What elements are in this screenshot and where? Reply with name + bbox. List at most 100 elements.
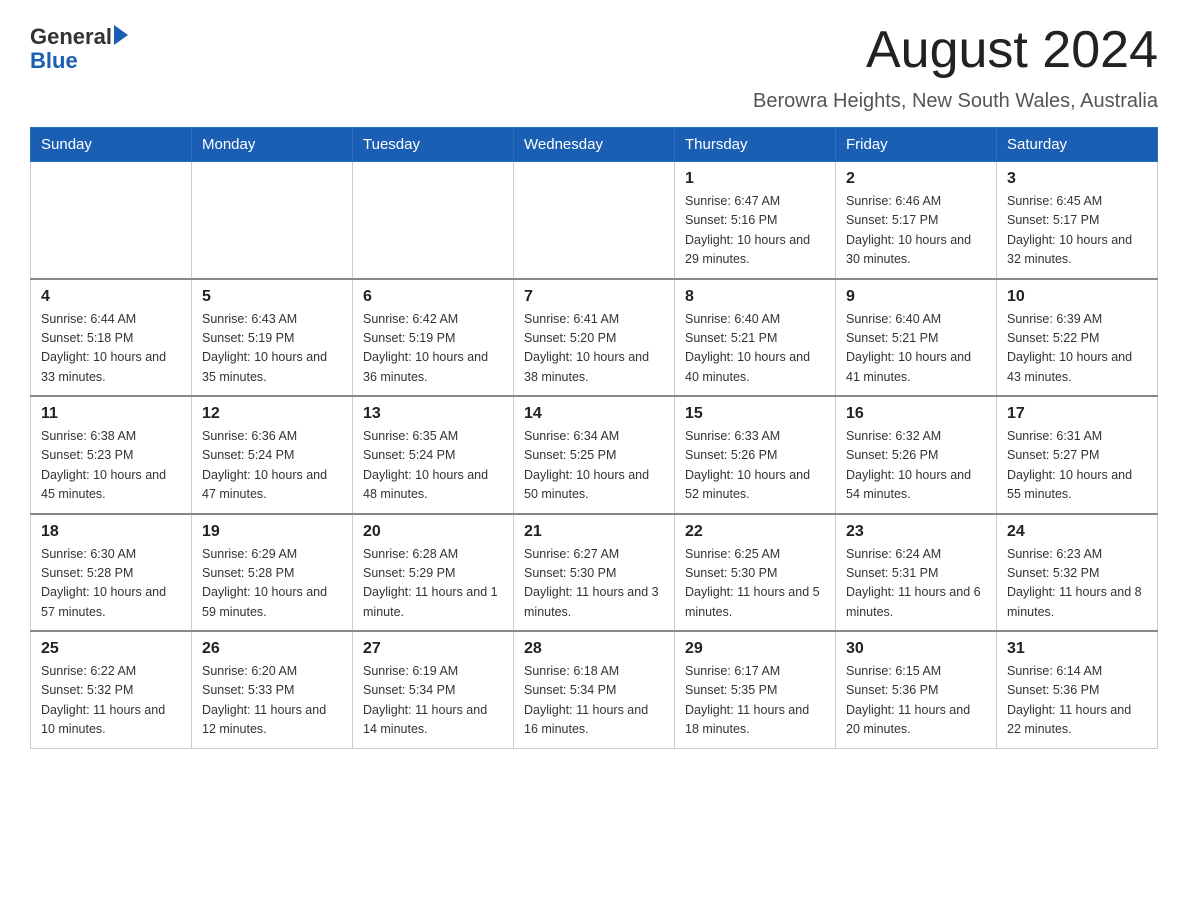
calendar-header-row: SundayMondayTuesdayWednesdayThursdayFrid… (31, 128, 1158, 162)
day-number: 16 (846, 405, 986, 423)
day-info: Sunrise: 6:20 AMSunset: 5:33 PMDaylight:… (202, 664, 326, 736)
calendar-header-cell: Sunday (31, 128, 192, 162)
logo-triangle-icon (114, 25, 128, 45)
calendar-day-cell: 6 Sunrise: 6:42 AMSunset: 5:19 PMDaylight… (353, 279, 514, 397)
logo-text-general: General (30, 25, 112, 49)
calendar-day-cell: 28 Sunrise: 6:18 AMSunset: 5:34 PMDayligh… (514, 631, 675, 748)
day-number: 10 (1007, 288, 1147, 306)
calendar-header-cell: Friday (836, 128, 997, 162)
day-number: 15 (685, 405, 825, 423)
calendar-header-cell: Thursday (675, 128, 836, 162)
day-number: 28 (524, 640, 664, 658)
calendar-day-cell: 9 Sunrise: 6:40 AMSunset: 5:21 PMDaylight… (836, 279, 997, 397)
day-number: 3 (1007, 170, 1147, 188)
day-number: 5 (202, 288, 342, 306)
day-info: Sunrise: 6:22 AMSunset: 5:32 PMDaylight:… (41, 664, 165, 736)
day-number: 14 (524, 405, 664, 423)
day-number: 29 (685, 640, 825, 658)
day-info: Sunrise: 6:42 AMSunset: 5:19 PMDaylight:… (363, 312, 488, 384)
day-info: Sunrise: 6:46 AMSunset: 5:17 PMDaylight:… (846, 194, 971, 266)
calendar-day-cell: 23 Sunrise: 6:24 AMSunset: 5:31 PMDayligh… (836, 514, 997, 632)
calendar-day-cell: 14 Sunrise: 6:34 AMSunset: 5:25 PMDayligh… (514, 396, 675, 514)
calendar-day-cell: 24Sunrise: 6:23 AMSunset: 5:32 PMDayligh… (997, 514, 1158, 632)
day-number: 9 (846, 288, 986, 306)
day-info: Sunrise: 6:18 AMSunset: 5:34 PMDaylight:… (524, 664, 648, 736)
calendar-week-row: 11Sunrise: 6:38 AMSunset: 5:23 PMDayligh… (31, 396, 1158, 514)
calendar-day-cell: 17 Sunrise: 6:31 AMSunset: 5:27 PMDayligh… (997, 396, 1158, 514)
calendar-day-cell: 25 Sunrise: 6:22 AMSunset: 5:32 PMDayligh… (31, 631, 192, 748)
day-info: Sunrise: 6:32 AMSunset: 5:26 PMDaylight:… (846, 429, 971, 501)
day-number: 24 (1007, 523, 1147, 541)
calendar-week-row: 25 Sunrise: 6:22 AMSunset: 5:32 PMDayligh… (31, 631, 1158, 748)
day-info: Sunrise: 6:47 AMSunset: 5:16 PMDaylight:… (685, 194, 810, 266)
day-info: Sunrise: 6:28 AMSunset: 5:29 PMDaylight:… (363, 547, 498, 619)
calendar-day-cell: 10Sunrise: 6:39 AMSunset: 5:22 PMDayligh… (997, 279, 1158, 397)
page-header: General Blue August 2024 (30, 20, 1158, 80)
calendar-day-cell: 31 Sunrise: 6:14 AMSunset: 5:36 PMDayligh… (997, 631, 1158, 748)
calendar-header-cell: Saturday (997, 128, 1158, 162)
calendar-day-cell (353, 162, 514, 279)
calendar-day-cell: 21 Sunrise: 6:27 AMSunset: 5:30 PMDayligh… (514, 514, 675, 632)
day-info: Sunrise: 6:25 AMSunset: 5:30 PMDaylight:… (685, 547, 820, 619)
calendar-day-cell: 4Sunrise: 6:44 AMSunset: 5:18 PMDaylight… (31, 279, 192, 397)
day-info: Sunrise: 6:31 AMSunset: 5:27 PMDaylight:… (1007, 429, 1132, 501)
calendar-header-cell: Wednesday (514, 128, 675, 162)
calendar-day-cell: 2Sunrise: 6:46 AMSunset: 5:17 PMDaylight… (836, 162, 997, 279)
day-info: Sunrise: 6:14 AMSunset: 5:36 PMDaylight:… (1007, 664, 1131, 736)
day-info: Sunrise: 6:35 AMSunset: 5:24 PMDaylight:… (363, 429, 488, 501)
calendar-day-cell: 13 Sunrise: 6:35 AMSunset: 5:24 PMDayligh… (353, 396, 514, 514)
calendar-day-cell: 19 Sunrise: 6:29 AMSunset: 5:28 PMDayligh… (192, 514, 353, 632)
day-number: 20 (363, 523, 503, 541)
calendar-table: SundayMondayTuesdayWednesdayThursdayFrid… (30, 127, 1158, 749)
day-number: 27 (363, 640, 503, 658)
day-number: 4 (41, 288, 181, 306)
day-number: 25 (41, 640, 181, 658)
day-number: 30 (846, 640, 986, 658)
day-info: Sunrise: 6:30 AMSunset: 5:28 PMDaylight:… (41, 547, 166, 619)
day-info: Sunrise: 6:27 AMSunset: 5:30 PMDaylight:… (524, 547, 659, 619)
calendar-day-cell: 7 Sunrise: 6:41 AMSunset: 5:20 PMDaylight… (514, 279, 675, 397)
calendar-day-cell: 22 Sunrise: 6:25 AMSunset: 5:30 PMDayligh… (675, 514, 836, 632)
day-number: 11 (41, 405, 181, 423)
calendar-day-cell (31, 162, 192, 279)
calendar-day-cell: 15Sunrise: 6:33 AMSunset: 5:26 PMDayligh… (675, 396, 836, 514)
calendar-day-cell: 1Sunrise: 6:47 AMSunset: 5:16 PMDaylight… (675, 162, 836, 279)
day-number: 26 (202, 640, 342, 658)
calendar-day-cell: 18 Sunrise: 6:30 AMSunset: 5:28 PMDayligh… (31, 514, 192, 632)
calendar-body: 1Sunrise: 6:47 AMSunset: 5:16 PMDaylight… (31, 162, 1158, 749)
day-info: Sunrise: 6:41 AMSunset: 5:20 PMDaylight:… (524, 312, 649, 384)
day-number: 7 (524, 288, 664, 306)
calendar-header-cell: Monday (192, 128, 353, 162)
day-info: Sunrise: 6:34 AMSunset: 5:25 PMDaylight:… (524, 429, 649, 501)
calendar-week-row: 18 Sunrise: 6:30 AMSunset: 5:28 PMDayligh… (31, 514, 1158, 632)
calendar-week-row: 1Sunrise: 6:47 AMSunset: 5:16 PMDaylight… (31, 162, 1158, 279)
day-info: Sunrise: 6:45 AMSunset: 5:17 PMDaylight:… (1007, 194, 1132, 266)
day-number: 18 (41, 523, 181, 541)
day-number: 6 (363, 288, 503, 306)
calendar-week-row: 4Sunrise: 6:44 AMSunset: 5:18 PMDaylight… (31, 279, 1158, 397)
day-number: 19 (202, 523, 342, 541)
day-number: 22 (685, 523, 825, 541)
month-title: August 2024 (866, 20, 1158, 80)
day-info: Sunrise: 6:19 AMSunset: 5:34 PMDaylight:… (363, 664, 487, 736)
day-info: Sunrise: 6:29 AMSunset: 5:28 PMDaylight:… (202, 547, 327, 619)
day-info: Sunrise: 6:40 AMSunset: 5:21 PMDaylight:… (846, 312, 971, 384)
calendar-day-cell: 5 Sunrise: 6:43 AMSunset: 5:19 PMDaylight… (192, 279, 353, 397)
calendar-day-cell (514, 162, 675, 279)
day-info: Sunrise: 6:24 AMSunset: 5:31 PMDaylight:… (846, 547, 981, 619)
location-title: Berowra Heights, New South Wales, Austra… (30, 90, 1158, 113)
logo-text-blue: Blue (30, 49, 128, 73)
calendar-day-cell: 3 Sunrise: 6:45 AMSunset: 5:17 PMDaylight… (997, 162, 1158, 279)
day-info: Sunrise: 6:36 AMSunset: 5:24 PMDaylight:… (202, 429, 327, 501)
calendar-day-cell: 26 Sunrise: 6:20 AMSunset: 5:33 PMDayligh… (192, 631, 353, 748)
title-block: August 2024 (866, 20, 1158, 80)
calendar-day-cell: 29Sunrise: 6:17 AMSunset: 5:35 PMDayligh… (675, 631, 836, 748)
day-number: 17 (1007, 405, 1147, 423)
day-info: Sunrise: 6:43 AMSunset: 5:19 PMDaylight:… (202, 312, 327, 384)
day-number: 31 (1007, 640, 1147, 658)
calendar-day-cell: 20 Sunrise: 6:28 AMSunset: 5:29 PMDayligh… (353, 514, 514, 632)
day-number: 13 (363, 405, 503, 423)
day-number: 23 (846, 523, 986, 541)
calendar-day-cell (192, 162, 353, 279)
day-number: 21 (524, 523, 664, 541)
